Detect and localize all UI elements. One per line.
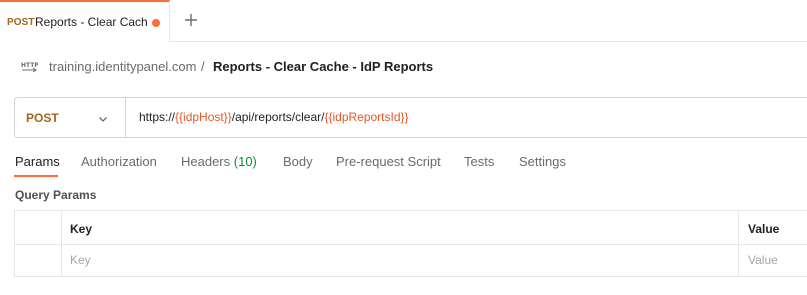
tab-headers[interactable]: Headers (10) xyxy=(181,154,257,169)
headers-count-badge: (10) xyxy=(233,154,257,169)
row-divider xyxy=(15,244,807,245)
url-bar: POST https://{{idpHost}}/api/reports/cle… xyxy=(14,97,807,138)
http-icon: HTTP xyxy=(20,58,39,76)
tab-bar: POST Reports - Clear Cache - IdP Reports xyxy=(0,0,807,42)
new-tab-plus-icon[interactable] xyxy=(180,9,202,31)
tab-settings[interactable]: Settings xyxy=(519,154,566,169)
svg-text:HTTP: HTTP xyxy=(21,62,38,69)
active-tab-indicator xyxy=(14,175,58,177)
tab-pre-request-script[interactable]: Pre-request Script xyxy=(336,154,441,169)
tab-params[interactable]: Params xyxy=(15,154,60,169)
chevron-down-icon xyxy=(97,112,109,124)
tab-authorization[interactable]: Authorization xyxy=(81,154,157,169)
breadcrumb-collection[interactable]: training.identitypanel.com xyxy=(49,59,196,74)
url-segment: https:// xyxy=(139,110,176,124)
param-value-input[interactable]: Value xyxy=(748,253,778,267)
url-segment: /api/reports/clear/ xyxy=(231,110,325,124)
url-variable: {{idpHost}} xyxy=(175,110,232,124)
tab-body[interactable]: Body xyxy=(283,154,313,169)
column-header-key: Key xyxy=(70,222,93,236)
unsaved-dot-icon xyxy=(152,19,160,27)
column-header-value: Value xyxy=(748,222,780,236)
tab-tests[interactable]: Tests xyxy=(464,154,494,169)
url-input[interactable]: https://{{idpHost}}/api/reports/clear/{{… xyxy=(139,110,409,124)
url-variable: {{idpReportsId}} xyxy=(324,110,409,124)
query-params-table: Key Value Key Value xyxy=(14,210,807,277)
request-tab[interactable]: POST Reports - Clear Cache - IdP Reports xyxy=(0,0,170,42)
tab-headers-label: Headers xyxy=(181,154,231,169)
method-select[interactable]: POST xyxy=(15,98,126,137)
breadcrumb-request-title[interactable]: Reports - Clear Cache - IdP Reports xyxy=(213,59,433,74)
tab-method-badge: POST xyxy=(7,17,35,28)
query-params-title: Query Params xyxy=(15,188,97,202)
method-label: POST xyxy=(26,111,59,125)
tab-title: Reports - Clear Cache - IdP Reports xyxy=(35,15,147,29)
breadcrumb-separator: / xyxy=(201,59,205,74)
param-key-input[interactable]: Key xyxy=(70,253,91,267)
